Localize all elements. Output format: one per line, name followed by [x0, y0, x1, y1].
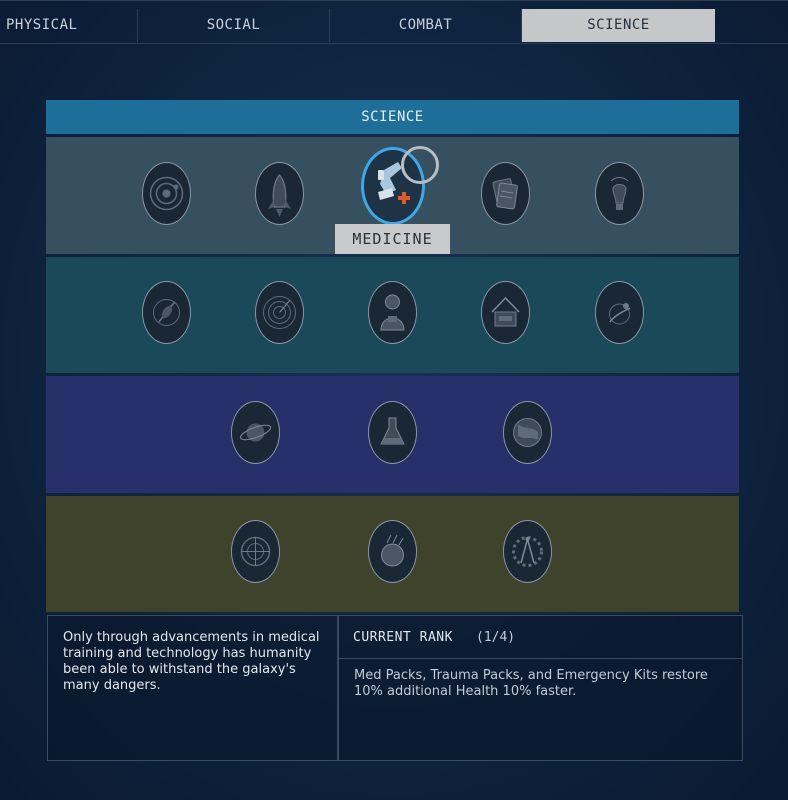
rocket-icon[interactable]	[255, 162, 304, 225]
lightbulb-icon[interactable]	[595, 162, 644, 225]
zoology-icon[interactable]	[595, 281, 644, 344]
planetary-survey-icon[interactable]	[231, 401, 280, 464]
tab-combat[interactable]: COMBAT	[330, 9, 522, 42]
tab-physical[interactable]: PHYSICAL	[0, 9, 138, 42]
current-rank-label: CURRENT RANK	[353, 630, 453, 645]
tab-bar-filler	[715, 9, 788, 42]
current-rank-header: CURRENT RANK (1/4)	[339, 616, 742, 659]
tab-social[interactable]: SOCIAL	[138, 9, 330, 42]
current-rank-effect: Med Packs, Trauma Packs, and Emergency K…	[354, 668, 708, 699]
targeting-icon[interactable]	[231, 520, 280, 583]
tier-row-4	[46, 496, 739, 612]
surveying-icon[interactable]	[503, 401, 552, 464]
skill-description: Only through advancements in medical tra…	[47, 615, 338, 761]
selected-skill-label: MEDICINE	[335, 224, 450, 254]
scanner-radar-icon[interactable]	[255, 281, 304, 344]
gear-compass-icon[interactable]	[503, 520, 552, 583]
tab-science[interactable]: SCIENCE	[522, 9, 715, 42]
chemistry-icon[interactable]	[368, 401, 417, 464]
section-header: SCIENCE	[46, 100, 739, 134]
outpost-engineering-icon[interactable]	[481, 281, 530, 344]
current-rank-count: (1/4)	[476, 630, 516, 645]
current-rank-panel: CURRENT RANK (1/4) Med Packs, Trauma Pac…	[338, 615, 743, 761]
astrodynamics-icon[interactable]	[368, 520, 417, 583]
tier-row-3	[46, 376, 739, 493]
research-document-icon[interactable]	[481, 162, 530, 225]
spacesuit-icon[interactable]	[368, 281, 417, 344]
botany-icon[interactable]	[142, 281, 191, 344]
tier-row-2	[46, 257, 739, 373]
skill-category-tabs: PHYSICAL SOCIAL COMBAT SCIENCE	[0, 0, 788, 44]
cursor-ring	[401, 146, 439, 184]
solar-system-icon[interactable]	[142, 162, 191, 225]
